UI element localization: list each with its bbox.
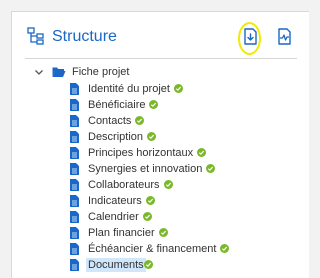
tree-item-label: Collaborateurs	[88, 178, 160, 191]
tree-item-collaborateurs[interactable]: Collaborateurs	[70, 177, 173, 192]
check-circle-icon	[158, 228, 168, 237]
tree-item-label: Bénéficiaire	[88, 98, 146, 111]
tree-item-label: Échéancier & financement	[88, 242, 217, 255]
tree-item-description[interactable]: Description	[70, 129, 157, 144]
tree-item-calendrier[interactable]: Calendrier	[70, 209, 152, 224]
check-circle-icon	[135, 116, 145, 125]
document-icon	[70, 130, 79, 143]
header-divider	[25, 58, 297, 59]
chevron-down-icon[interactable]	[34, 67, 44, 77]
document-icon	[70, 194, 79, 207]
tree-item-label: Indicateurs	[88, 194, 142, 207]
tree-item-label: Principes horizontaux	[88, 146, 194, 159]
tree-item-synergies-et-innovation[interactable]: Synergies et innovation	[70, 161, 216, 176]
check-circle-icon	[206, 164, 216, 173]
document-icon	[70, 82, 79, 95]
document-icon	[70, 210, 79, 223]
check-circle-icon	[220, 244, 230, 253]
file-activity-icon[interactable]	[276, 28, 293, 45]
download-file-icon[interactable]	[242, 28, 259, 45]
document-icon	[70, 242, 79, 255]
tree-root-label: Fiche projet	[72, 66, 130, 78]
check-circle-icon	[197, 148, 207, 157]
structure-tree-icon	[27, 27, 44, 45]
tree-item-label: Contacts	[88, 114, 132, 127]
tree-item-label: Synergies et innovation	[88, 162, 203, 175]
tree-item-beneficiaire[interactable]: Bénéficiaire	[70, 97, 159, 112]
tree-item-label: Plan financier	[88, 226, 155, 239]
document-icon	[70, 114, 79, 127]
tree-item-principes-horizontaux[interactable]: Principes horizontaux	[70, 145, 207, 160]
tree-item-label: Identité du projet	[88, 82, 170, 95]
check-circle-icon	[145, 196, 155, 205]
document-icon	[70, 258, 79, 271]
tree-item-label: Documents	[86, 257, 146, 272]
document-icon	[70, 162, 79, 175]
check-circle-icon	[163, 180, 173, 189]
check-circle-icon	[143, 260, 153, 269]
folder-open-icon	[52, 67, 66, 77]
document-icon	[70, 178, 79, 191]
document-icon	[70, 226, 79, 239]
tree-item-plan-financier[interactable]: Plan financier	[70, 225, 168, 240]
document-icon	[70, 146, 79, 159]
tree-item-echeancier-financement[interactable]: Échéancier & financement	[70, 241, 230, 256]
tree-item-label: Calendrier	[88, 210, 139, 223]
panel-header: Structure	[12, 12, 309, 58]
panel-title: Structure	[52, 28, 117, 45]
tree-item-identite-du-projet[interactable]: Identité du projet	[70, 81, 183, 96]
tree-item-indicateurs[interactable]: Indicateurs	[70, 193, 155, 208]
tree-root-fiche-projet[interactable]: Fiche projet	[34, 64, 129, 80]
tree-item-label: Description	[88, 130, 144, 143]
tree-item-documents[interactable]: Documents	[70, 257, 153, 272]
document-icon	[70, 98, 79, 111]
check-circle-icon	[147, 132, 157, 141]
structure-panel: Structure Fiche projet Identité du proje…	[11, 11, 309, 278]
check-circle-icon	[142, 212, 152, 221]
check-circle-icon	[173, 84, 183, 93]
tree-item-contacts[interactable]: Contacts	[70, 113, 145, 128]
check-circle-icon	[149, 100, 159, 109]
